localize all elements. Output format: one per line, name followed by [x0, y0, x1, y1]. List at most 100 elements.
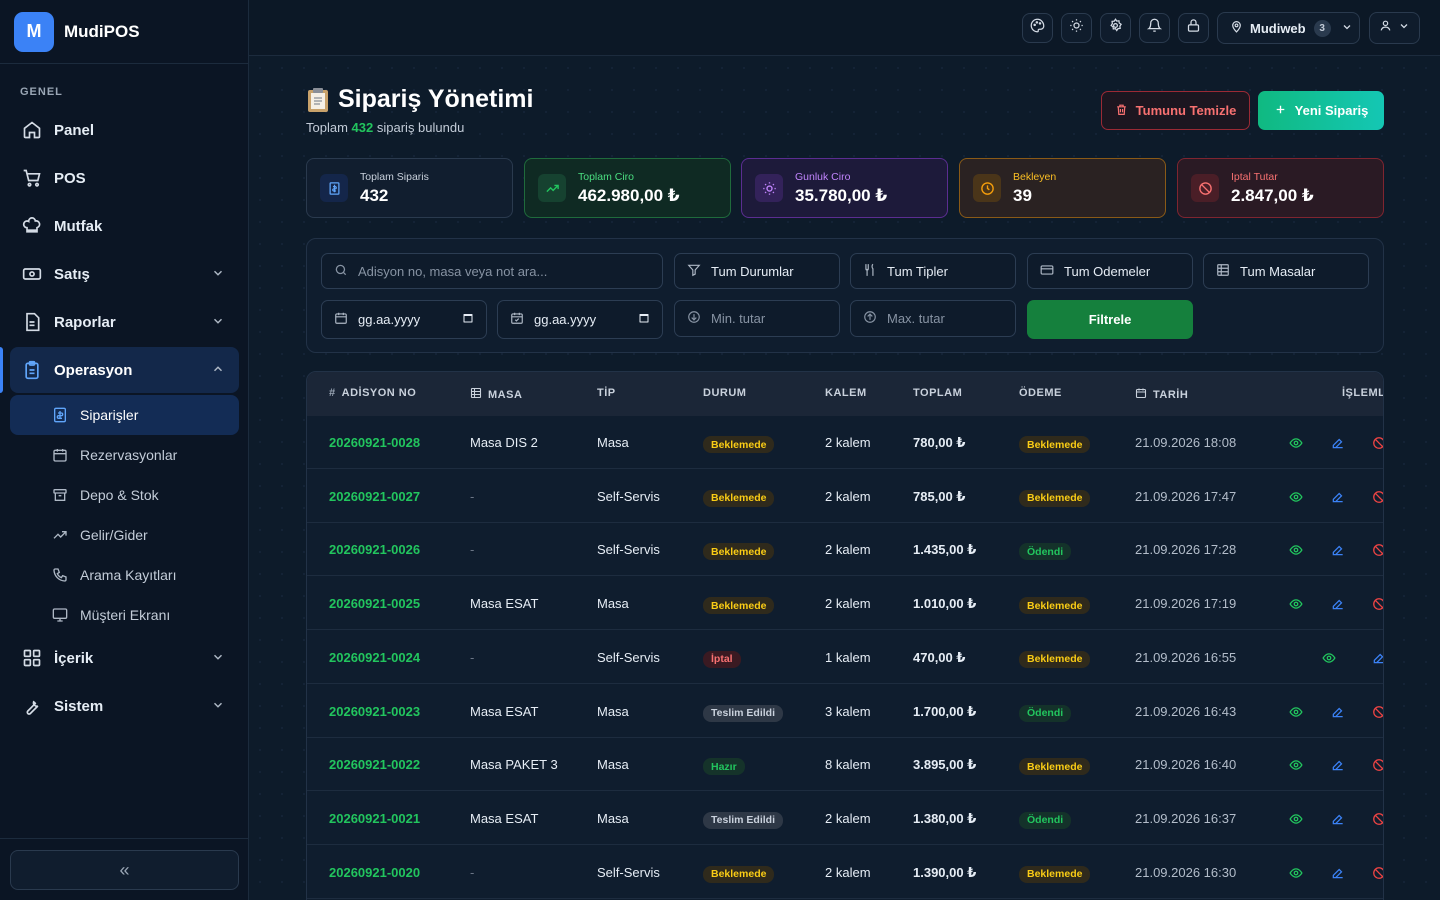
type-filter-select[interactable]: Tum Tipler — [850, 253, 1016, 289]
sidebar-subitem-siparisler[interactable]: Siparişler — [10, 395, 239, 435]
min-amount-input[interactable]: Min. tutar — [674, 300, 840, 337]
max-amount-input[interactable]: Max. tutar — [850, 300, 1016, 337]
notifications-button[interactable] — [1139, 13, 1170, 43]
box-icon — [52, 487, 68, 503]
view-icon[interactable] — [1288, 811, 1304, 827]
edit-icon[interactable] — [1330, 596, 1346, 612]
status-badge: Beklemede — [703, 489, 775, 507]
edit-icon[interactable] — [1330, 865, 1346, 881]
order-type: Self-Servis — [597, 649, 660, 665]
lock-button[interactable] — [1178, 13, 1209, 43]
order-number[interactable]: 20260921-0024 — [329, 650, 420, 665]
edit-icon[interactable] — [1330, 757, 1346, 773]
cancel-icon[interactable] — [1371, 757, 1383, 773]
sidebar-item-icerik[interactable]: İçerik — [10, 635, 239, 681]
sidebar-subitem-gelir-gider[interactable]: Gelir/Gider — [10, 515, 239, 555]
new-order-button[interactable]: Yeni Sipariş — [1258, 91, 1384, 130]
location-selector[interactable]: Mudiweb 3 — [1217, 12, 1360, 44]
view-icon[interactable] — [1288, 435, 1304, 451]
filter-button[interactable]: Filtrele — [1027, 300, 1193, 339]
column-header-tarih[interactable]: TARİH — [1135, 387, 1188, 402]
column-header-masa[interactable]: MASA — [470, 387, 522, 402]
calendar-picker-icon[interactable] — [638, 312, 650, 327]
table-row[interactable]: 20260921-0027 - Self-Servis Beklemede 2 kale… — [307, 470, 1383, 523]
order-number[interactable]: 20260921-0026 — [329, 542, 420, 557]
cancel-icon[interactable] — [1371, 489, 1383, 505]
order-number[interactable]: 20260921-0027 — [329, 489, 420, 504]
cancel-icon[interactable] — [1371, 435, 1383, 451]
view-icon[interactable] — [1288, 596, 1304, 612]
sidebar-subitem-rezervasyonlar[interactable]: Rezervasyonlar — [10, 435, 239, 475]
user-menu-button[interactable] — [1369, 12, 1420, 44]
order-number[interactable]: 20260921-0023 — [329, 704, 420, 719]
payment-filter-select[interactable]: Tum Odemeler — [1027, 253, 1193, 289]
view-icon[interactable] — [1288, 489, 1304, 505]
sidebar-subitem-depo[interactable]: Depo & Stok — [10, 475, 239, 515]
view-icon[interactable] — [1321, 650, 1337, 666]
cancel-icon[interactable] — [1371, 596, 1383, 612]
view-icon[interactable] — [1288, 542, 1304, 558]
column-header-adisyon[interactable]: # ADİSYON NO — [329, 387, 416, 399]
sidebar-item-satis[interactable]: Satış — [10, 251, 239, 297]
brand[interactable]: M MudiPOS — [0, 0, 248, 64]
cancel-icon[interactable] — [1371, 865, 1383, 881]
sidebar-item-panel[interactable]: Panel — [10, 107, 239, 153]
view-icon[interactable] — [1288, 757, 1304, 773]
column-header-durum[interactable]: DURUM — [703, 387, 746, 399]
table-row[interactable]: 20260921-0022 Masa PAKET 3 Masa Hazır 8 kale… — [307, 738, 1383, 792]
table-row[interactable]: 20260921-0028 Masa DIS 2 Masa Beklemede 2 ka… — [307, 416, 1383, 469]
table-row[interactable]: 20260921-0025 Masa ESAT Masa Beklemede 2 kal… — [307, 577, 1383, 631]
order-total: 1.390,00 ₺ — [913, 864, 977, 880]
column-header-odeme[interactable]: ÖDEME — [1019, 387, 1062, 399]
status-filter-select[interactable]: Tum Durumlar — [674, 253, 840, 289]
table-row[interactable]: 20260921-0020 - Self-Servis Beklemede 2 kale… — [307, 846, 1383, 899]
order-total: 1.010,00 ₺ — [913, 596, 977, 612]
sidebar-item-raporlar[interactable]: Raporlar — [10, 299, 239, 345]
order-number[interactable]: 20260921-0025 — [329, 596, 420, 611]
column-header-tip[interactable]: TİP — [597, 387, 616, 399]
table-row[interactable]: 20260921-0023 Masa ESAT Masa Teslim Edildi 3… — [307, 685, 1383, 738]
table-filter-select[interactable]: Tum Masalar — [1203, 253, 1369, 289]
sidebar-item-operasyon[interactable]: Operasyon — [10, 347, 239, 393]
collapse-sidebar-button[interactable]: « — [10, 850, 239, 890]
order-number[interactable]: 20260921-0028 — [329, 435, 420, 450]
view-icon[interactable] — [1288, 704, 1304, 720]
light-mode-button[interactable] — [1061, 13, 1092, 43]
edit-icon[interactable] — [1330, 489, 1346, 505]
payment-badge: Beklemede — [1019, 436, 1091, 453]
date-to-input[interactable]: gg.aa.yyyy — [497, 300, 663, 339]
order-number[interactable]: 20260921-0021 — [329, 811, 420, 826]
column-header-kalem[interactable]: KALEM — [825, 387, 867, 399]
sidebar-item-pos[interactable]: POS — [10, 155, 239, 201]
order-number[interactable]: 20260921-0022 — [329, 757, 420, 772]
order-number[interactable]: 20260921-0020 — [329, 865, 420, 880]
cancel-icon[interactable] — [1371, 542, 1383, 558]
table-row[interactable]: 20260921-0024 - Self-Servis İptal 1 kalem 470… — [307, 631, 1383, 684]
sidebar-subitem-arama[interactable]: Arama Kayıtları — [10, 555, 239, 595]
table-row[interactable]: 20260921-0021 Masa ESAT Masa Teslim Edildi 2… — [307, 792, 1383, 845]
credit-card-icon — [1040, 263, 1054, 280]
edit-icon[interactable] — [1330, 704, 1346, 720]
search-input[interactable]: Adisyon no, masa veya not ara... — [321, 253, 663, 289]
sidebar-item-mutfak[interactable]: Mutfak — [10, 203, 239, 249]
edit-icon[interactable] — [1330, 811, 1346, 827]
edit-icon[interactable] — [1330, 435, 1346, 451]
cancel-icon[interactable] — [1371, 704, 1383, 720]
edit-icon[interactable] — [1371, 650, 1383, 666]
clear-all-button[interactable]: Tumunu Temizle — [1101, 91, 1250, 130]
theme-palette-button[interactable] — [1022, 13, 1053, 43]
table-row[interactable]: 20260921-0026 - Self-Servis Beklemede 2 kale… — [307, 523, 1383, 577]
settings-button[interactable] — [1100, 13, 1131, 43]
sidebar-item-sistem[interactable]: Sistem — [10, 683, 239, 729]
sidebar-subitem-musteri-ekrani[interactable]: Müşteri Ekranı — [10, 595, 239, 635]
date-from-input[interactable]: gg.aa.yyyy — [321, 300, 487, 339]
item-count: 8 kalem — [825, 757, 871, 773]
column-header-toplam[interactable]: TOPLAM — [913, 387, 962, 399]
calendar-picker-icon[interactable] — [462, 312, 474, 327]
edit-icon[interactable] — [1330, 542, 1346, 558]
cancel-icon[interactable] — [1371, 811, 1383, 827]
view-icon[interactable] — [1288, 865, 1304, 881]
order-date: 21.09.2026 17:19 — [1135, 596, 1237, 612]
calendar-icon — [52, 447, 68, 463]
divider — [0, 838, 249, 839]
